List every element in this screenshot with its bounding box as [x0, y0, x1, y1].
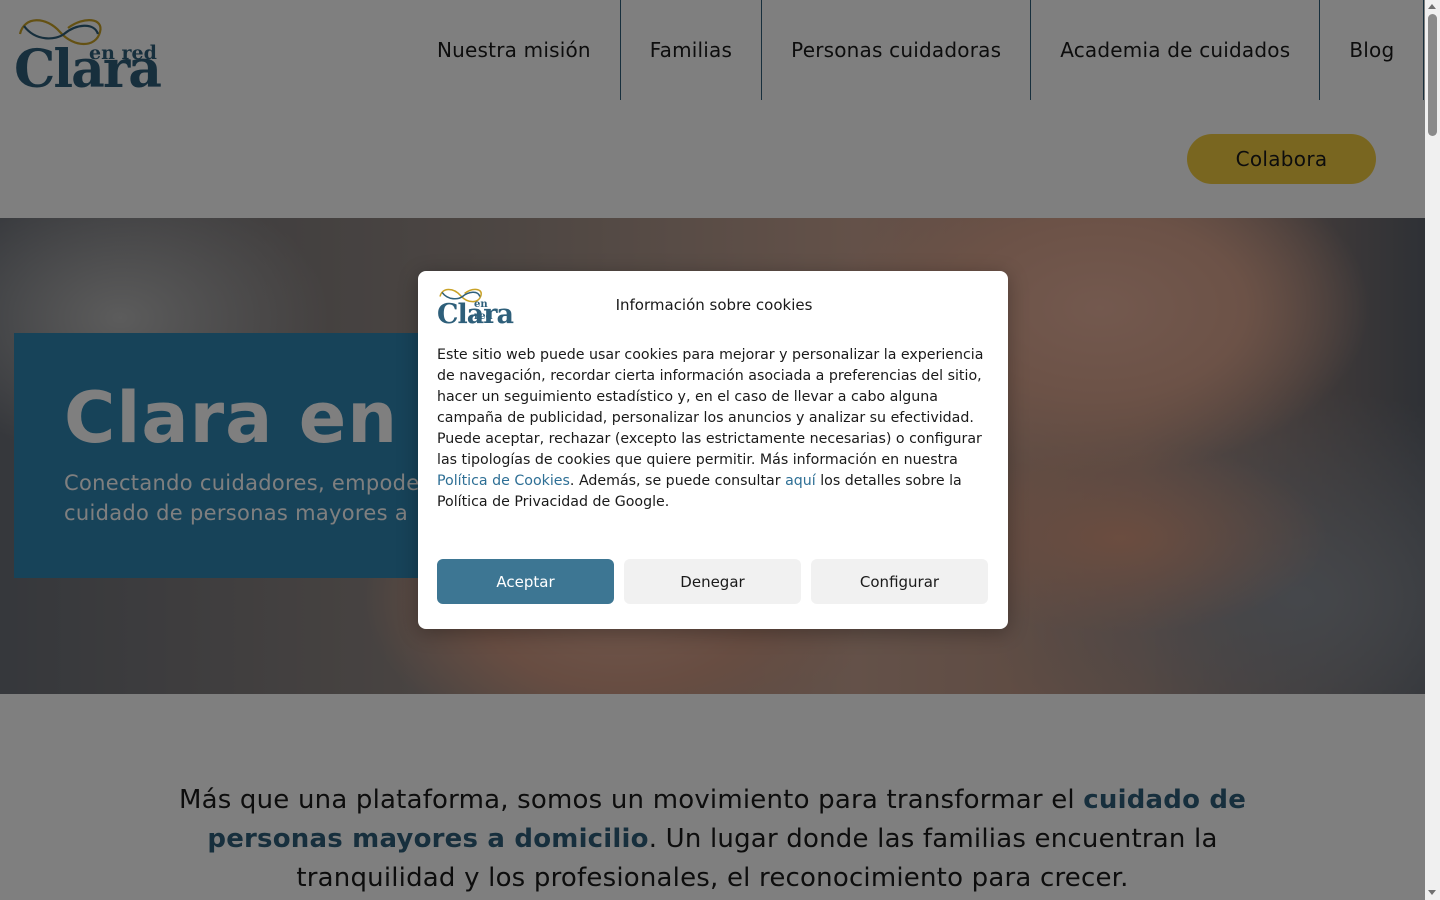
dialog-body-part-2: . Además, se puede consultar	[569, 473, 786, 489]
dialog-title: Información sobre cookies	[615, 296, 813, 314]
cookie-consent-dialog: en red Clara Información sobre cookies E…	[418, 271, 1008, 629]
accept-cookies-button[interactable]: Aceptar	[437, 559, 614, 604]
cookie-policy-link[interactable]: Política de Cookies	[437, 473, 570, 489]
scrollbar-thumb[interactable]	[1428, 14, 1437, 136]
dialog-body-part-1: Este sitio web puede usar cookies para m…	[437, 347, 984, 468]
scroll-down-arrow-icon[interactable]	[1428, 890, 1436, 895]
scroll-up-arrow-icon[interactable]	[1428, 4, 1436, 9]
deny-cookies-button[interactable]: Denegar	[624, 559, 801, 604]
dialog-body: Este sitio web puede usar cookies para m…	[437, 345, 989, 513]
configure-cookies-button[interactable]: Configurar	[811, 559, 988, 604]
google-privacy-link[interactable]: aquí	[785, 473, 816, 489]
